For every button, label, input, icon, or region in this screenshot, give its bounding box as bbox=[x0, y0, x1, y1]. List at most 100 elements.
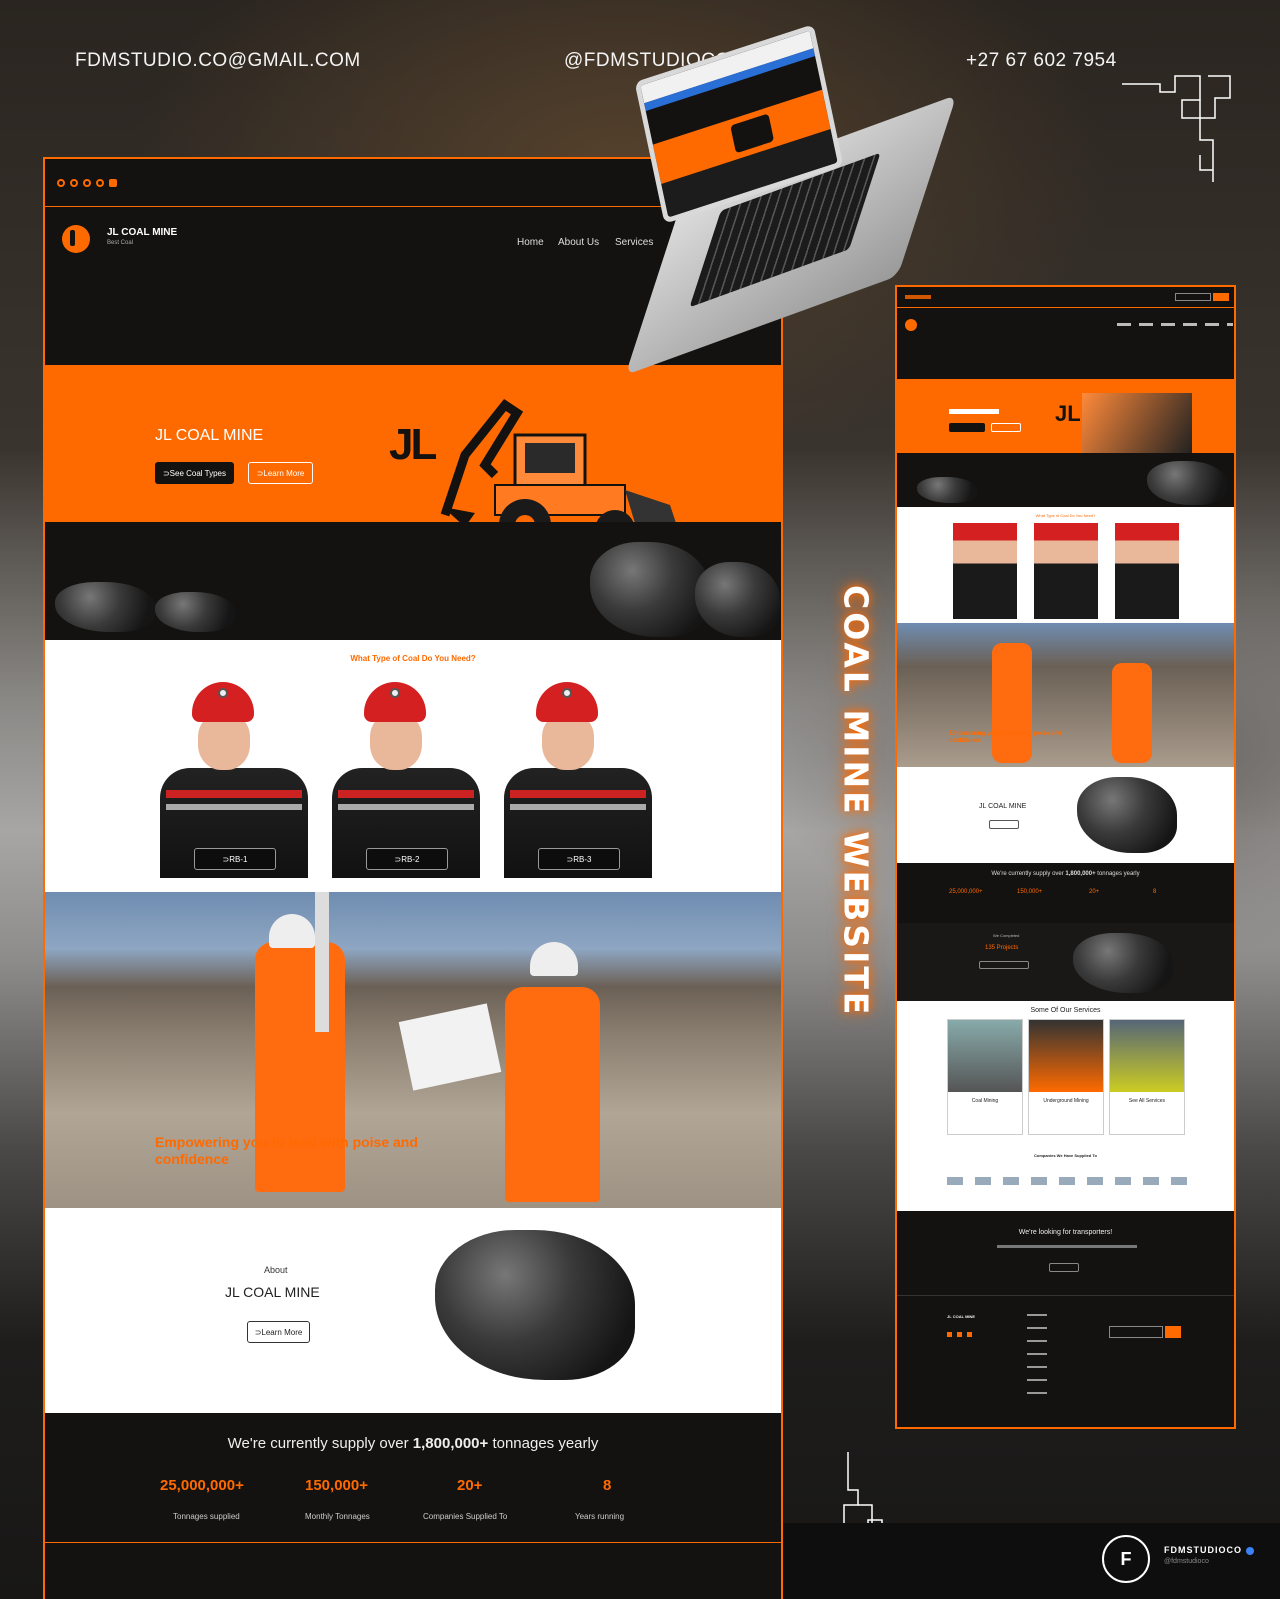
studio-handle[interactable]: @fdmstudioco bbox=[1164, 1558, 1209, 1565]
helmet-lamp-icon bbox=[562, 688, 572, 698]
coal-type-label: RB-3 bbox=[573, 854, 592, 864]
coal-rock-image bbox=[155, 592, 235, 632]
studio-logo-icon[interactable]: F bbox=[1102, 1535, 1150, 1583]
main-website-mockup: JL COAL MINE Best Coal Home About Us Ser… bbox=[43, 157, 783, 1599]
preview-service-label: See All Services bbox=[1128, 1098, 1166, 1104]
preview-footer-links[interactable] bbox=[1027, 1314, 1047, 1394]
preview-transport-button[interactable] bbox=[1049, 1263, 1079, 1272]
preview-stat-value: 25,000,000+ bbox=[949, 889, 983, 895]
brand-logo-icon[interactable] bbox=[62, 225, 90, 253]
preview-service-card[interactable]: Underground Mining bbox=[1028, 1019, 1104, 1135]
preview-search-button[interactable] bbox=[1213, 293, 1229, 301]
coal-rock-image bbox=[1147, 461, 1227, 505]
twitter-icon[interactable] bbox=[83, 178, 91, 187]
preview-coal-types: What Type of Coal Do You Need? bbox=[897, 507, 1234, 623]
preview-miner-card[interactable] bbox=[1034, 523, 1098, 619]
contact-email[interactable]: FDMSTUDIO.CO@GMAIL.COM bbox=[75, 50, 361, 72]
coal-types-section: What Type of Coal Do You Need? ⊃ RB-1 ⊃ … bbox=[45, 640, 781, 892]
preview-newsletter-button[interactable] bbox=[1165, 1326, 1181, 1338]
hero-section: JL COAL MINE ⊃ See Coal Types ⊃ Learn Mo… bbox=[45, 365, 781, 551]
preview-newsletter-input[interactable] bbox=[1109, 1326, 1163, 1338]
preview-transport: We're looking for transporters! bbox=[897, 1211, 1234, 1295]
preview-company-logos bbox=[947, 1177, 1187, 1185]
coal-type-label: RB-2 bbox=[401, 854, 420, 864]
preview-banner-text: Empowering you to lead with poise and co… bbox=[949, 731, 1062, 744]
studio-name[interactable]: FDMSTUDIOCO bbox=[1164, 1545, 1254, 1555]
vertical-title-text: COAL MINE WEBSITE bbox=[836, 585, 876, 1018]
preview-backhoe-image bbox=[1082, 393, 1192, 453]
preview-coal-strip bbox=[897, 453, 1234, 507]
learn-more-label: Learn More bbox=[263, 468, 305, 478]
helmet-lamp-icon bbox=[218, 688, 228, 698]
preview-search-input[interactable] bbox=[1175, 293, 1211, 301]
preview-header bbox=[897, 287, 1234, 379]
contact-phone[interactable]: +27 67 602 7954 bbox=[966, 50, 1117, 72]
preview-stats-headline: We're currently supply over 1,800,000+ t… bbox=[897, 871, 1234, 877]
preview-transport-heading: We're looking for transporters! bbox=[1018, 1229, 1113, 1236]
preview-hero: JL bbox=[897, 379, 1234, 453]
facebook-icon[interactable] bbox=[57, 178, 65, 187]
coal-pile-image bbox=[1077, 777, 1177, 853]
preview-banner: Empowering you to lead with poise and co… bbox=[897, 623, 1234, 767]
see-coal-types-button[interactable]: ⊃ See Coal Types bbox=[155, 462, 234, 484]
coal-rock-image bbox=[590, 542, 710, 637]
preview-about-title: JL COAL MINE bbox=[979, 803, 1027, 810]
preview-service-card[interactable]: See All Services bbox=[1109, 1019, 1185, 1135]
hero-title: JL COAL MINE bbox=[155, 427, 264, 444]
preview-service-label: Coal Mining bbox=[971, 1098, 999, 1104]
coal-rock-image bbox=[1073, 933, 1173, 993]
instagram-icon[interactable] bbox=[70, 178, 78, 187]
preview-about-button[interactable] bbox=[989, 820, 1019, 829]
stat-value: 150,000+ bbox=[305, 1477, 368, 1494]
coal-type-button[interactable]: ⊃ RB-2 bbox=[366, 848, 448, 870]
learn-more-button[interactable]: ⊃ Learn More bbox=[248, 462, 313, 484]
vertical-title: COAL MINE WEBSITE bbox=[836, 585, 876, 1145]
about-title: JL COAL MINE bbox=[225, 1284, 320, 1300]
preview-hero-button[interactable] bbox=[991, 423, 1021, 432]
preview-hero-button[interactable] bbox=[949, 423, 985, 432]
stats-headline: We're currently supply over 1,800,000+ t… bbox=[45, 1435, 781, 1452]
preview-miner-card[interactable] bbox=[1115, 523, 1179, 619]
nav-about[interactable]: About Us bbox=[558, 237, 599, 248]
coal-type-button[interactable]: ⊃ RB-1 bbox=[194, 848, 276, 870]
linkedin-icon[interactable] bbox=[96, 178, 104, 187]
coal-type-button[interactable]: ⊃ RB-3 bbox=[538, 848, 620, 870]
jl-logo-mark: JL bbox=[389, 420, 437, 469]
miner-card-rb1[interactable]: ⊃ RB-1 bbox=[160, 678, 308, 878]
verified-badge-icon bbox=[1245, 1546, 1254, 1555]
preview-coal-types-heading: What Type of Coal Do You Need? bbox=[1035, 513, 1096, 518]
stat-value: 20+ bbox=[457, 1477, 483, 1494]
studio-logo-mark: F bbox=[1120, 1548, 1132, 1569]
youtube-icon[interactable] bbox=[109, 178, 117, 187]
preview-service-card[interactable]: Coal Mining bbox=[947, 1019, 1023, 1135]
stat-value: 25,000,000+ bbox=[160, 1477, 244, 1494]
preview-stats: We're currently supply over 1,800,000+ t… bbox=[897, 863, 1234, 923]
preview-stat-value: 20+ bbox=[1089, 889, 1100, 895]
miner-card-rb2[interactable]: ⊃ RB-2 bbox=[332, 678, 480, 878]
miner-card-rb3[interactable]: ⊃ RB-3 bbox=[504, 678, 652, 878]
stats-headline-post: tonnages yearly bbox=[488, 1435, 599, 1452]
preview-logo-icon bbox=[905, 319, 917, 331]
about-learn-more-button[interactable]: ⊃ Learn More bbox=[247, 1321, 310, 1343]
stats-headline-bold: 1,800,000+ bbox=[412, 1435, 489, 1452]
preview-transport-text bbox=[997, 1245, 1137, 1248]
nav-services[interactable]: Services bbox=[615, 237, 653, 248]
preview-footer: JL COAL MINE bbox=[897, 1295, 1234, 1427]
see-coal-types-label: See Coal Types bbox=[169, 468, 227, 478]
mine-site-banner: Empowering you to lead with poise and co… bbox=[45, 892, 781, 1208]
studio-name-text: FDMSTUDIOCO bbox=[1164, 1545, 1242, 1555]
about-learn-more-label: Learn More bbox=[261, 1327, 303, 1337]
helmet-lamp-icon bbox=[390, 688, 400, 698]
worker-figure bbox=[505, 987, 600, 1202]
preview-stat-value: 150,000+ bbox=[1017, 889, 1043, 895]
preview-stats-bold: 1,800,000+ bbox=[1065, 871, 1096, 877]
survey-pole bbox=[315, 892, 329, 1032]
coal-rock-image bbox=[55, 582, 155, 632]
stats-section: We're currently supply over 1,800,000+ t… bbox=[45, 1413, 781, 1543]
nav-home[interactable]: Home bbox=[517, 237, 544, 248]
preview-miner-card[interactable] bbox=[953, 523, 1017, 619]
stat-value: 8 bbox=[603, 1477, 612, 1494]
certificate-image bbox=[398, 1003, 502, 1091]
preview-footer-social-icons[interactable] bbox=[947, 1332, 977, 1337]
preview-projects-button[interactable] bbox=[979, 961, 1029, 969]
